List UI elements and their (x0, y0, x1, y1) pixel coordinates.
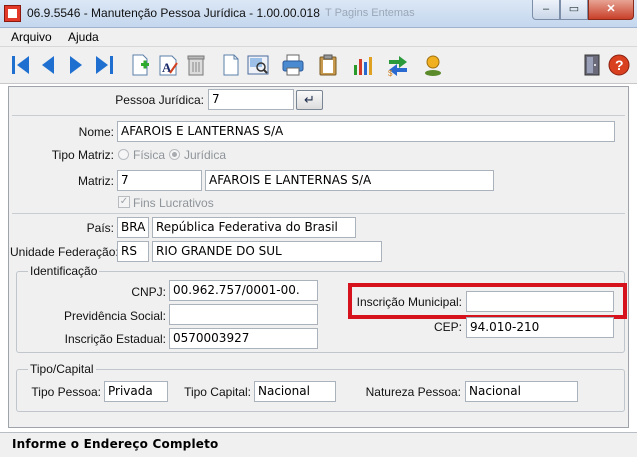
transfer-button[interactable]: $ (386, 53, 410, 77)
help-icon: ? (608, 54, 630, 76)
natureza-pessoa-label: Natureza Pessoa: (365, 385, 461, 399)
menu-arquivo[interactable]: Arquivo (11, 30, 52, 44)
tipo-capital-field[interactable]: Nacional (254, 381, 336, 402)
minimize-button[interactable]: – (532, 0, 560, 20)
natureza-pessoa-field[interactable]: Nacional (465, 381, 578, 402)
next-icon (70, 56, 82, 74)
matriz-code-field[interactable]: 7 (117, 170, 202, 191)
svg-text:$: $ (388, 69, 393, 77)
clipboard-icon (319, 54, 337, 76)
cnpj-field[interactable]: 00.962.757/0001-00. (169, 280, 318, 301)
previous-icon (42, 56, 54, 74)
tipo-capital-label: Tipo Capital: (184, 385, 251, 399)
pais-code-field[interactable]: BRA (117, 217, 149, 238)
matriz-name-field[interactable]: AFAROIS E LANTERNAS S/A (205, 170, 494, 191)
pais-name-field[interactable]: República Federativa do Brasil (152, 217, 356, 238)
identificacao-title: Identificação (28, 264, 100, 278)
blank-page-button[interactable] (219, 53, 243, 77)
exit-button[interactable] (580, 53, 604, 77)
radio-fisica-label: Física (133, 148, 166, 162)
printer-icon (282, 54, 304, 76)
new-document-icon (132, 54, 149, 76)
app-icon (4, 5, 21, 22)
divider (12, 115, 625, 116)
help-button[interactable]: ? (607, 53, 631, 77)
previous-record-button[interactable] (36, 53, 60, 77)
divider (12, 213, 625, 214)
status-bar: Informe o Endereço Completo (0, 432, 637, 457)
tipo-capital-title: Tipo/Capital (28, 362, 96, 376)
nome-label: Nome: (78, 125, 114, 139)
maximize-button[interactable]: ▭ (560, 0, 588, 20)
print-button[interactable] (281, 53, 305, 77)
delete-record-button[interactable] (184, 53, 208, 77)
svg-text:?: ? (615, 57, 624, 73)
first-icon (12, 56, 29, 74)
status-message: Informe o Endereço Completo (12, 437, 219, 451)
nome-field[interactable]: AFAROIS E LANTERNAS S/A (117, 121, 615, 142)
print-preview-button[interactable] (246, 53, 270, 77)
fins-lucrativos-label: Fins Lucrativos (133, 196, 214, 210)
cep-label: CEP: (433, 320, 462, 334)
title-bar: 06.9.5546 - Manutenção Pessoa Jurídica -… (0, 0, 637, 28)
new-record-button[interactable] (128, 53, 152, 77)
cnpj-label: CNPJ: (131, 285, 166, 299)
menu-bar: Arquivo Ajuda (0, 28, 637, 46)
background-window-title: T Pagins Entemas (325, 7, 415, 19)
fins-lucrativos-checkbox[interactable]: ✓ (118, 196, 130, 208)
last-record-button[interactable] (92, 53, 116, 77)
matriz-label: Matriz: (78, 174, 114, 188)
window-title: 06.9.5546 - Manutenção Pessoa Jurídica -… (27, 6, 320, 20)
pessoa-juridica-label: Pessoa Jurídica: (115, 93, 204, 107)
toolbar: A $ ? (0, 46, 637, 84)
highlight-box (348, 283, 627, 319)
clipboard-button[interactable] (316, 53, 340, 77)
tipo-matriz-label: Tipo Matriz: (51, 148, 114, 162)
radio-juridica-label: Jurídica (184, 148, 227, 162)
chart-button[interactable] (351, 53, 375, 77)
pais-label: País: (86, 221, 114, 235)
print-preview-icon (247, 55, 269, 75)
next-record-button[interactable] (64, 53, 88, 77)
cep-field[interactable]: 94.010-210 (466, 317, 614, 338)
pessoa-juridica-field[interactable]: 7 (208, 89, 294, 110)
first-record-button[interactable] (9, 53, 33, 77)
tipo-pessoa-label: Tipo Pessoa: (31, 385, 101, 399)
tipo-pessoa-field[interactable]: Privada (104, 381, 168, 402)
uf-name-field[interactable]: RIO GRANDE DO SUL (152, 241, 382, 262)
close-button[interactable]: ✕ (588, 0, 634, 20)
delete-trash-icon (187, 55, 205, 76)
user-icon (425, 55, 441, 76)
confirm-enter-button[interactable]: ↵ (296, 90, 323, 110)
uf-label: Unidade Federação: (10, 245, 119, 259)
radio-juridica[interactable] (169, 149, 180, 160)
user-button[interactable] (421, 53, 445, 77)
previdencia-label: Previdência Social: (63, 309, 166, 323)
previdencia-field[interactable] (169, 304, 318, 325)
inscricao-estadual-field[interactable]: 0570003927 (169, 328, 318, 349)
transfer-arrows-icon: $ (388, 56, 407, 77)
inscricao-estadual-label: Inscrição Estadual: (64, 332, 166, 346)
menu-ajuda[interactable]: Ajuda (68, 30, 99, 44)
edit-record-button[interactable]: A (156, 53, 180, 77)
edit-text-icon: A (159, 55, 178, 76)
bar-chart-icon (354, 57, 372, 75)
radio-fisica[interactable] (118, 149, 129, 160)
exit-door-icon (584, 54, 600, 76)
uf-code-field[interactable]: RS (117, 241, 149, 262)
blank-page-icon (223, 54, 239, 76)
last-icon (96, 56, 113, 74)
